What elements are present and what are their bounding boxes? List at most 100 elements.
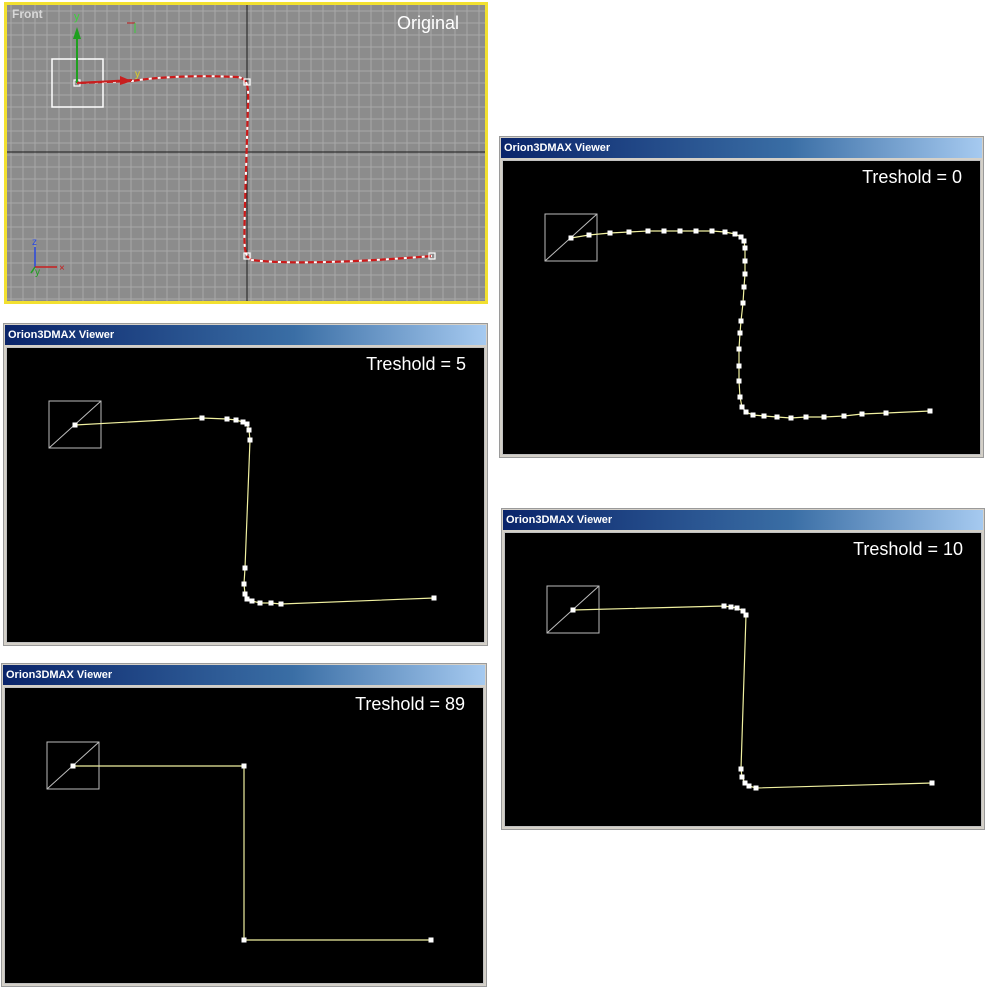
path-vertex [728, 604, 734, 610]
path-vertex [740, 300, 746, 306]
path-vertex [774, 414, 780, 420]
viewer-titlebar[interactable]: Orion3DMAX Viewer [501, 138, 982, 158]
path-vertex [927, 408, 933, 414]
path-vertex [677, 228, 683, 234]
path-vertex [743, 409, 749, 415]
path-vertex [268, 600, 274, 606]
path-vertex [746, 783, 752, 789]
exported-path [73, 765, 431, 941]
gizmo-y-label: y [74, 11, 80, 23]
viewer-titlebar[interactable]: Orion3DMAX Viewer [503, 510, 983, 530]
path-vertex [742, 245, 748, 251]
exported-path [570, 230, 931, 419]
path-vertex [736, 378, 742, 384]
path-vertex [241, 581, 247, 587]
path-vertex [761, 413, 767, 419]
corner-y-label: y [35, 267, 40, 278]
gizmo-x-arrow [120, 76, 132, 85]
viewer-path-plot [544, 213, 933, 421]
path-vertex [607, 230, 613, 236]
path-vertex [249, 598, 255, 604]
viewer-path-plot [546, 585, 935, 791]
path-vertex [241, 763, 247, 769]
path-vertex [739, 774, 745, 780]
path-vertex [734, 605, 740, 611]
viewer-canvas: Treshold = 89 [4, 687, 484, 984]
path-vertex [788, 415, 794, 421]
viewport-label[interactable]: Front [12, 7, 43, 21]
threshold-caption: Treshold = 5 [366, 354, 466, 374]
path-vertex [753, 785, 759, 791]
path-vertex [732, 231, 738, 237]
viewer-window-threshold-89[interactable]: Orion3DMAX Viewer Treshold = 89 [1, 663, 487, 987]
path-vertex [242, 565, 248, 571]
viewer-window-threshold-10[interactable]: Orion3DMAX Viewer Treshold = 10 [501, 508, 985, 830]
path-vertex [241, 937, 247, 943]
path-vertex [247, 437, 253, 443]
viewer-path-plot [46, 741, 434, 943]
path-vertex [257, 600, 263, 606]
path-vertex [821, 414, 827, 420]
path-vertex [224, 416, 230, 422]
path-vertex [737, 394, 743, 400]
viewer-titlebar[interactable]: Orion3DMAX Viewer [5, 325, 486, 345]
path-vertex [626, 229, 632, 235]
path-vertex [721, 603, 727, 609]
viewer-titlebar[interactable]: Orion3DMAX Viewer [3, 665, 485, 685]
gizmo-y-small-label: y [135, 69, 140, 80]
path-vertex [743, 612, 749, 618]
corner-z-label: z [32, 237, 37, 248]
path-vertex [693, 228, 699, 234]
path-vertex [737, 330, 743, 336]
path-vertex [738, 318, 744, 324]
path-vertex [246, 427, 252, 433]
threshold-caption: Treshold = 89 [355, 694, 465, 714]
path-vertex [841, 413, 847, 419]
path-vertex [750, 412, 756, 418]
path-vertex [722, 229, 728, 235]
path-vertex [431, 595, 437, 601]
path-vertex [736, 346, 742, 352]
viewer-canvas: Treshold = 0 [502, 160, 981, 455]
path-vertex [199, 415, 205, 421]
path-vertex [741, 238, 747, 244]
path-vertex [742, 271, 748, 277]
path-vertex [739, 404, 745, 410]
viewer-window-threshold-0[interactable]: Orion3DMAX Viewer Treshold = 0 [499, 136, 984, 458]
path-vertex [803, 414, 809, 420]
path-vertex [883, 410, 889, 416]
path-vertex [736, 363, 742, 369]
path-vertex [859, 411, 865, 417]
front-viewport[interactable]: y y z × y Front Original [4, 2, 488, 304]
path-vertex [645, 228, 651, 234]
path-vertex [72, 422, 78, 428]
viewer-canvas: Treshold = 10 [504, 532, 982, 827]
exported-path [74, 417, 435, 605]
viewer-window-threshold-5[interactable]: Orion3DMAX Viewer Treshold = 5 [3, 323, 488, 646]
viewport-caption: Original [396, 13, 459, 33]
viewer-canvas: Treshold = 5 [6, 347, 485, 643]
path-vertex [586, 232, 592, 238]
path-vertex [278, 601, 284, 607]
viewer-path-plot [48, 400, 437, 607]
path-vertex [568, 235, 574, 241]
path-vertex [742, 258, 748, 264]
exported-path [572, 605, 933, 789]
viewport-canvas: y y z × y [7, 5, 485, 301]
path-vertex [570, 607, 576, 613]
path-vertex [428, 937, 434, 943]
path-vertex [244, 596, 250, 602]
path-vertex [738, 766, 744, 772]
path-vertex [661, 228, 667, 234]
path-vertex [233, 417, 239, 423]
gizmo-y-arrow [73, 27, 81, 39]
spline-path [76, 75, 433, 264]
path-vertex [70, 763, 76, 769]
threshold-caption: Treshold = 10 [853, 539, 963, 559]
threshold-caption: Treshold = 0 [862, 167, 962, 187]
path-vertex [741, 284, 747, 290]
path-vertex [709, 228, 715, 234]
path-vertex [929, 780, 935, 786]
spline-vertex-ticks [76, 75, 433, 264]
corner-x-label: × [59, 263, 65, 274]
